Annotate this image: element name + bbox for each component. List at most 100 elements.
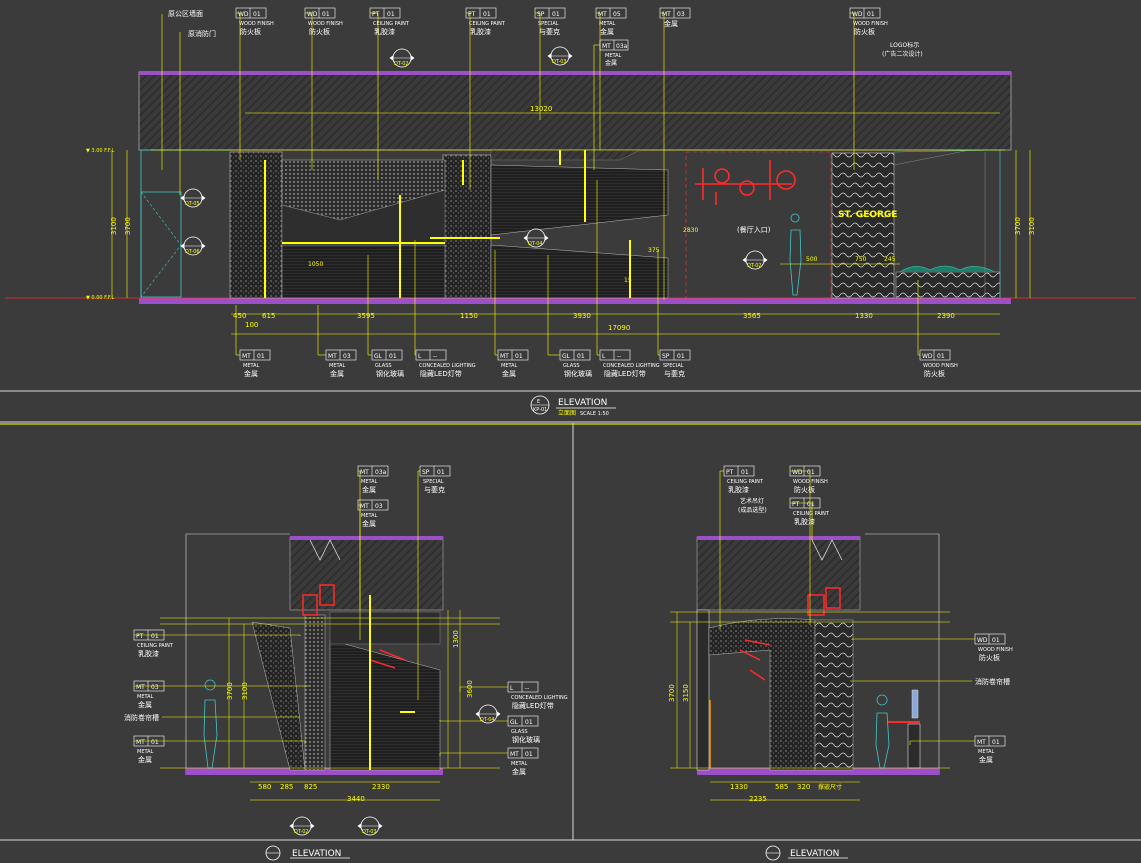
dim-1330: 1330 (855, 312, 873, 320)
callout-chinese: 钢化玻璃 (512, 735, 540, 744)
callout-code: MT (977, 739, 986, 746)
callout-number: 01 (552, 11, 560, 18)
svg-text:03a: 03a (616, 43, 628, 50)
callout-number: 03a (375, 469, 387, 476)
callout-chinese: 金属 (362, 485, 376, 494)
dim-3930: 3930 (573, 312, 591, 320)
bottom-left-title-block: ELEVATION (265, 845, 350, 861)
callout-english: GLASS (375, 363, 392, 369)
callout-code: PT (468, 11, 476, 18)
callout-code: SP (662, 353, 670, 360)
dim-1150: 1150 (460, 312, 478, 320)
callout-code: MT (598, 11, 607, 18)
top-dim-13020: 13020 (530, 105, 552, 113)
detail-tag-dt-06: DT-06 (180, 236, 206, 256)
callout-number: 01 (483, 11, 491, 18)
callout-chinese: 金属 (600, 27, 614, 36)
callout-english: WOOD FINISH (793, 479, 828, 485)
callout-english: WOOD FINISH (978, 647, 1013, 653)
callout-english: CONCEALED LIGHTING (511, 695, 568, 701)
callout-english: CEILING PAINT (469, 21, 506, 27)
detail-tag-label: DT-05 (185, 201, 200, 207)
svg-text:▼ 0.00 F.F.L: ▼ 0.00 F.F.L (86, 295, 114, 301)
callout-code: MT (360, 469, 369, 476)
callout-number: 01 (437, 469, 445, 476)
callout-english: SPECIAL (423, 479, 444, 485)
svg-text:750: 750 (855, 256, 867, 263)
callout-english: CEILING PAINT (727, 479, 764, 485)
callout-code: WD (977, 637, 988, 644)
note-fire-door: 原消防门 (188, 29, 216, 38)
callout-english: METAL (137, 694, 154, 700)
callout-number: 01 (525, 751, 533, 758)
callout-chinese: 乳胶漆 (138, 649, 159, 658)
top-bottom-dims: 450 615 3595 1150 3930 3565 1330 2390 10… (233, 312, 955, 329)
callout-chinese: 隐藏LED灯带 (512, 701, 554, 710)
callout-code: GL (562, 353, 571, 360)
callout-number: 01 (389, 353, 397, 360)
callout-chinese: 金属 (664, 19, 678, 28)
callout-chinese: 金属 (362, 519, 376, 528)
callout-number: 01 (322, 11, 330, 18)
callout-chinese: 与萎克 (424, 485, 445, 494)
callout-english: WOOD FINISH (853, 21, 888, 27)
br-art-note-1: 艺术吊灯 (740, 497, 764, 505)
dim-2390: 2390 (937, 312, 955, 320)
callout-number: 03 (343, 353, 351, 360)
callout-number: 01 (151, 633, 159, 640)
top-callout-mt03: MT 03金属 (659, 7, 691, 300)
callout-chinese: 金属 (979, 755, 993, 764)
callout-english: METAL (978, 749, 995, 755)
callout-english: WOOD FINISH (239, 21, 274, 27)
dim-450: 450 (233, 312, 246, 320)
callout-code: MT (328, 353, 337, 360)
top-height-left-1: 3100 (110, 217, 118, 235)
callout-number: 03 (151, 684, 159, 691)
top-dim-17090: 17090 (608, 324, 630, 332)
callout-code: WD (792, 469, 803, 476)
callout-chinese: 金属 (330, 369, 344, 378)
br-callout-wd01: WD 01 WOOD FINISH防火板 (851, 633, 1013, 662)
logo-note-2: (广告二次设计) (882, 50, 923, 58)
callout-number: 03 (677, 11, 685, 18)
svg-text:MT: MT (602, 43, 611, 50)
detail-tag-label: DT-03 (362, 829, 377, 835)
callout-code: WD (852, 11, 863, 18)
callout-chinese: 乳胶漆 (728, 485, 749, 494)
callout-code: MT (242, 353, 251, 360)
svg-text:▼ 3.00 F.F.L: ▼ 3.00 F.F.L (86, 148, 114, 154)
callout-english: CONCEALED LIGHTING (603, 363, 660, 369)
svg-text:580: 580 (258, 783, 271, 791)
svg-text:1050: 1050 (308, 261, 323, 268)
callout-number: 01 (577, 353, 585, 360)
top-height-right-1: 3700 (1014, 217, 1022, 235)
svg-text:3440: 3440 (347, 795, 365, 803)
callout-code: MT (662, 11, 671, 18)
callout-code: GL (374, 353, 383, 360)
top-bottom-callout-mt03: MT 03 METAL金属 (317, 305, 357, 378)
callout-english: METAL (361, 513, 378, 519)
callout-chinese: 隐藏LED灯带 (604, 369, 646, 378)
callout-code: MT (360, 503, 369, 510)
cad-drawing-canvas: 1050 375 15 500 750 245 2830 13020 17090… (0, 7, 1141, 861)
callout-chinese: 钢化玻璃 (564, 369, 592, 378)
callout-english: CEILING PAINT (793, 511, 830, 517)
callout-chinese: 钢化玻璃 (376, 369, 404, 378)
callout-code: WD (307, 11, 318, 18)
dim-3565: 3565 (743, 312, 761, 320)
note-public-wall: 原公区墙面 (168, 9, 203, 18)
br-fire-note: 消防卷帘槽 (975, 677, 1010, 686)
bl-fire-note: 消防卷帘槽 (124, 713, 159, 722)
callout-number: 01 (992, 739, 1000, 746)
callout-english: METAL (501, 363, 518, 369)
callout-code: MT (136, 739, 145, 746)
callout-number: 01 (151, 739, 159, 746)
callout-chinese: 防火板 (979, 653, 1000, 662)
callout-chinese: 金属 (502, 369, 516, 378)
bl-callout-lxx: L -- CONCEALED LIGHTING隐藏LED灯带 (459, 681, 568, 710)
logo-note-1: LOGO标示 (890, 41, 919, 49)
top-elevation-drawing: 1050 375 15 500 750 245 2830 (5, 71, 1136, 304)
dim-100: 100 (245, 321, 258, 329)
callout-chinese: 防火板 (854, 27, 875, 36)
callout-number: -- (433, 353, 437, 360)
